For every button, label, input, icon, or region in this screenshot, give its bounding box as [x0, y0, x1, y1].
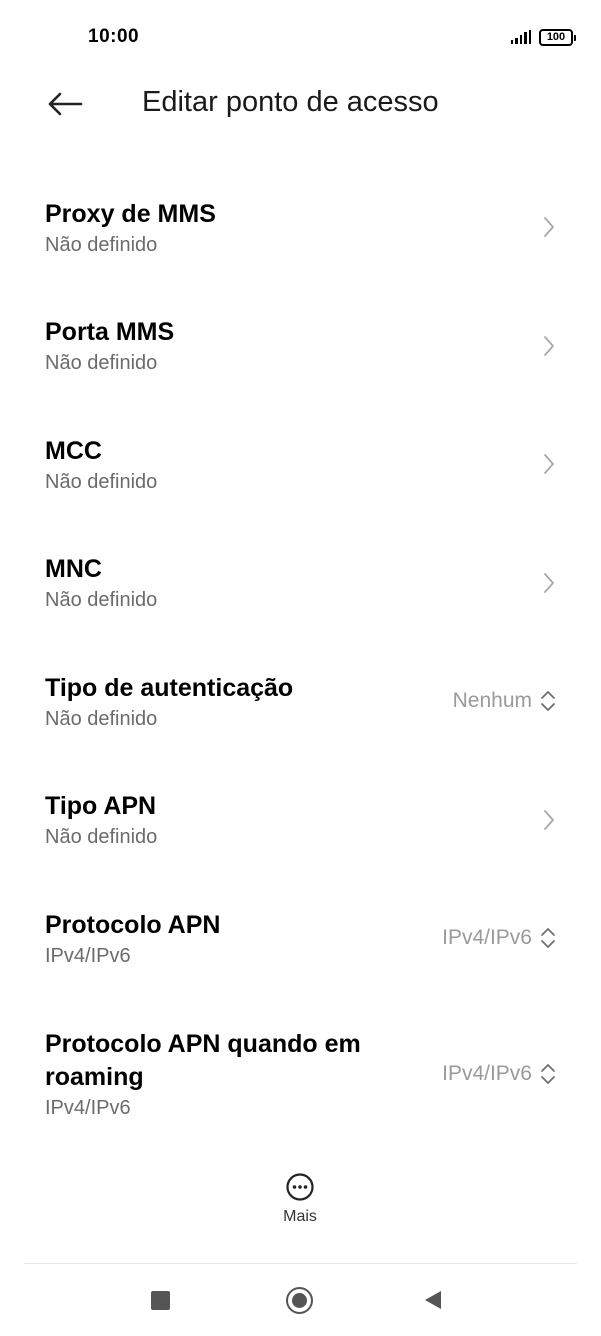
- screen: 10:00 100 Editar ponto de acesso Proxy d…: [0, 0, 601, 1336]
- item-subtitle: IPv4/IPv6: [45, 944, 131, 967]
- item-subtitle: Não definido: [45, 470, 158, 493]
- item-text: Porta MMS Não definido: [45, 316, 174, 375]
- item-subtitle: Não definido: [45, 826, 158, 849]
- home-icon[interactable]: [286, 1287, 313, 1314]
- item-title: MCC: [45, 436, 102, 465]
- status-time: 10:00: [88, 26, 140, 47]
- item-subtitle: Não definido: [45, 233, 158, 256]
- arrow-left-icon: [48, 92, 83, 116]
- item-text: Tipo de autenticação Não definido: [45, 672, 293, 731]
- item-title: Protocolo APN quando em roaming: [45, 1029, 361, 1091]
- item-subtitle: IPv4/IPv6: [45, 1096, 131, 1119]
- item-right: [542, 334, 556, 358]
- more-button[interactable]: Mais: [250, 1172, 350, 1238]
- item-right: [542, 808, 556, 832]
- item-right: [542, 571, 556, 595]
- chevron-up-down-icon: [540, 1062, 556, 1086]
- item-subtitle: Não definido: [45, 352, 158, 375]
- back-triangle-icon[interactable]: [424, 1290, 442, 1310]
- more-label: Mais: [283, 1208, 317, 1225]
- item-title: Tipo de autenticação: [45, 673, 294, 702]
- item-text: Protocolo APN quando em roaming IPv4/IPv…: [45, 1028, 405, 1120]
- item-subtitle: Não definido: [45, 589, 158, 612]
- navigation-bar: [0, 1266, 601, 1336]
- chevron-up-down-icon: [540, 689, 556, 713]
- setting-item-tipo-autenticacao[interactable]: Tipo de autenticação Não definido Nenhum: [0, 642, 601, 761]
- battery-icon: 100: [539, 28, 576, 46]
- item-title: Protocolo APN: [45, 910, 221, 939]
- status-icons: 100: [510, 28, 576, 46]
- item-title: Proxy de MMS: [45, 199, 216, 228]
- item-right: [542, 215, 556, 239]
- item-text: MCC Não definido: [45, 435, 157, 494]
- signal-icon: [510, 30, 531, 44]
- back-button[interactable]: [40, 82, 90, 126]
- chevron-right-icon: [542, 334, 556, 358]
- divider: [24, 1263, 577, 1264]
- setting-item-protocolo-apn[interactable]: Protocolo APN IPv4/IPv6 IPv4/IPv6: [0, 879, 601, 998]
- item-title: Porta MMS: [45, 318, 175, 347]
- item-value: IPv4/IPv6: [442, 1061, 532, 1085]
- item-text: Tipo APN Não definido: [45, 790, 157, 849]
- item-right: IPv4/IPv6: [442, 926, 556, 950]
- chevron-right-icon: [542, 452, 556, 476]
- status-bar: 10:00 100: [0, 0, 601, 76]
- more-icon: [286, 1173, 314, 1201]
- page-title: Editar ponto de acesso: [142, 86, 439, 118]
- item-right: Nenhum: [453, 689, 556, 713]
- setting-item-porta-mms[interactable]: Porta MMS Não definido: [0, 287, 601, 406]
- chevron-right-icon: [542, 808, 556, 832]
- item-text: Proxy de MMS Não definido: [45, 198, 216, 257]
- setting-item-protocolo-apn-roaming[interactable]: Protocolo APN quando em roaming IPv4/IPv…: [0, 998, 601, 1150]
- setting-item-proxy-mms[interactable]: Proxy de MMS Não definido: [0, 168, 601, 287]
- item-value: Nenhum: [452, 689, 532, 713]
- setting-item-tipo-apn[interactable]: Tipo APN Não definido: [0, 761, 601, 880]
- item-right: IPv4/IPv6: [442, 1062, 556, 1086]
- chevron-right-icon: [542, 215, 556, 239]
- item-title: Tipo APN: [45, 792, 157, 821]
- chevron-right-icon: [542, 571, 556, 595]
- recent-apps-icon[interactable]: [151, 1291, 170, 1310]
- settings-list: Proxy de MMS Não definido Porta MMS Não …: [0, 168, 601, 1150]
- item-right: [542, 452, 556, 476]
- setting-item-mcc[interactable]: MCC Não definido: [0, 405, 601, 524]
- item-text: MNC Não definido: [45, 553, 157, 612]
- item-value: IPv4/IPv6: [442, 926, 532, 950]
- item-text: Protocolo APN IPv4/IPv6: [45, 909, 220, 968]
- header: Editar ponto de acesso: [0, 76, 601, 132]
- setting-item-mnc[interactable]: MNC Não definido: [0, 524, 601, 643]
- battery-level: 100: [546, 30, 566, 43]
- item-subtitle: Não definido: [45, 707, 158, 730]
- chevron-up-down-icon: [540, 926, 556, 950]
- item-title: MNC: [45, 555, 102, 584]
